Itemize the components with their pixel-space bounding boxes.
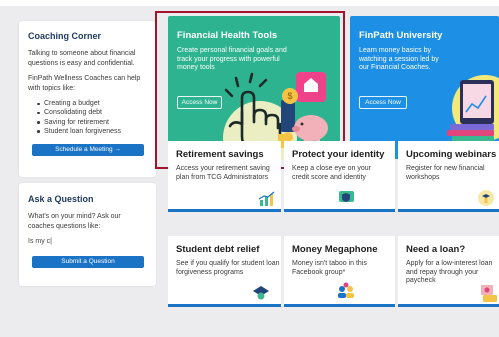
ask-question-card: Ask a Question What's on your mind? Ask …: [19, 183, 156, 286]
tile-desc: Keep a close eye on your credit score an…: [292, 165, 371, 181]
protect-identity-tile[interactable]: Protect your identity Keep a close eye o…: [284, 141, 395, 212]
tile-desc: Money isn't taboo in this Facebook group…: [292, 260, 367, 276]
growth-chart-icon: [258, 191, 275, 206]
tile-title: Retirement savings: [176, 149, 264, 160]
shield-id-icon: [339, 191, 354, 202]
coaching-topic: Student loan forgiveness: [37, 127, 148, 136]
loan-money-icon: [481, 285, 497, 302]
tile-title: Need a loan?: [406, 244, 466, 255]
tile-title: Protect your identity: [292, 149, 385, 160]
student-debt-relief-tile[interactable]: Student debt relief See if you qualify f…: [168, 236, 281, 307]
schedule-meeting-button[interactable]: Schedule a Meeting →: [32, 144, 144, 157]
upcoming-webinars-tile[interactable]: Upcoming webinars Register for new finan…: [398, 141, 499, 212]
tile-desc: Access your retirement saving plan from …: [176, 165, 270, 181]
coaching-intro: Talking to someone about financial quest…: [28, 50, 136, 67]
coaching-help-text: FinPath Wellness Coaches can help with t…: [28, 75, 141, 92]
megaphone-group-icon: [338, 282, 354, 298]
graduation-cap-icon: [253, 286, 269, 300]
laptop-books-icon: [447, 75, 499, 142]
ask-question-title: Ask a Question: [28, 194, 94, 204]
submit-question-button[interactable]: Submit a Question: [32, 256, 144, 268]
tile-title: Money Megaphone: [292, 244, 378, 255]
tile-desc: See if you qualify for student loan forg…: [176, 260, 280, 276]
coaching-topics-list: Creating a budget Consolidating debt Sav…: [37, 99, 148, 136]
question-input[interactable]: Is my c|: [28, 237, 148, 247]
retirement-savings-tile[interactable]: Retirement savings Access your retiremen…: [168, 141, 281, 212]
coaching-topic: Saving for retirement: [37, 118, 148, 127]
need-a-loan-tile[interactable]: Need a loan? Apply for a low-interest lo…: [398, 236, 499, 307]
coaching-corner-card: Coaching Corner Talking to someone about…: [19, 21, 156, 177]
finpath-university-tile[interactable]: FinPath University Learn money basics by…: [350, 16, 499, 159]
webinar-bulb-icon: [478, 190, 494, 206]
ask-question-prompt: What's on your mind? Ask our coaches que…: [28, 213, 121, 230]
coaching-topic: Creating a budget: [37, 99, 148, 108]
money-megaphone-tile[interactable]: Money Megaphone Money isn't taboo in thi…: [284, 236, 395, 307]
top-strip: [0, 0, 499, 6]
coaching-corner-title: Coaching Corner: [28, 31, 102, 41]
tile-title: Upcoming webinars: [406, 149, 497, 160]
tile-desc: Register for new financial workshops: [406, 165, 485, 181]
coaching-topic: Consolidating debt: [37, 108, 148, 117]
tile-title: Student debt relief: [176, 244, 260, 255]
